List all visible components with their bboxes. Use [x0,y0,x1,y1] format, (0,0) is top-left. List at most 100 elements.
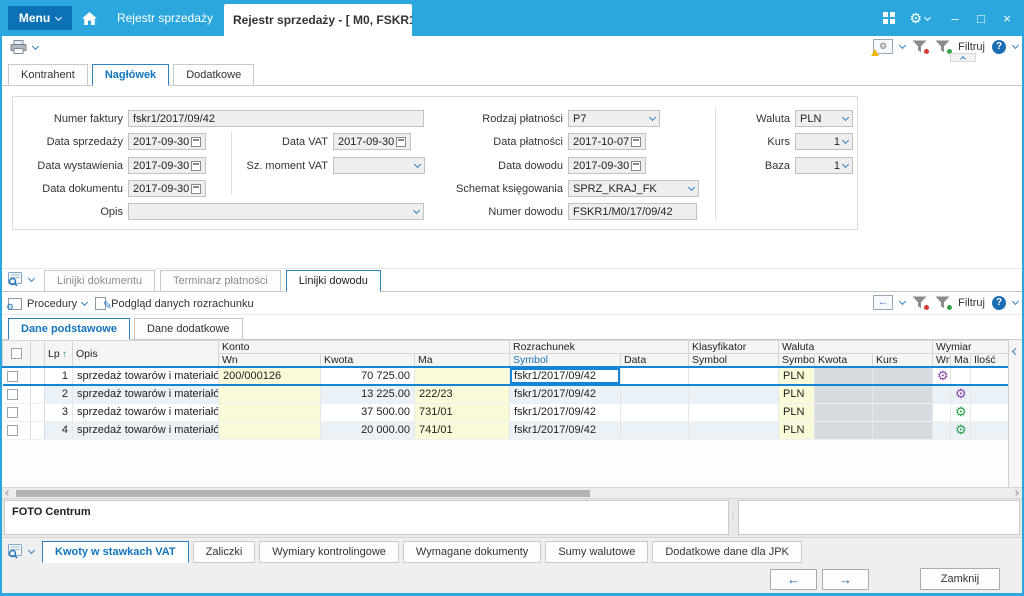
col-waluta-symbol[interactable]: Symbol [778,353,815,368]
filter-icon[interactable] [935,40,954,55]
col-wymiar-wn[interactable]: Wn [932,353,952,368]
scroll-right-icon[interactable] [1013,490,1019,496]
cell-wymiar-ma[interactable] [950,366,972,386]
cell-wn[interactable]: 200/000126 [218,366,321,386]
cell-rozrachunek-symbol[interactable]: fskr1/2017/09/42 [509,385,621,404]
col-opis[interactable]: Opis [72,340,219,368]
tab-linijki-dowodu[interactable]: Linijki dowodu [285,270,381,292]
col-ilosc[interactable]: Ilość [970,353,1010,368]
col-konto-ma[interactable]: Ma [414,353,510,368]
cell-waluta-symbol[interactable]: PLN [778,366,815,386]
cell-opis[interactable]: sprzedaż towarów i materiałów [72,385,219,404]
sz-moment-vat-combo[interactable] [333,157,425,174]
splitter[interactable]: ⋮ [729,500,737,535]
dock-panel-icon[interactable]: ← [873,295,894,310]
tab-rejestr-sprzedazy[interactable]: Rejestr sprzedaży [106,0,224,36]
cell-wymiar-wn[interactable] [932,421,952,440]
data-dowodu-field[interactable]: 2017-09-30 [568,157,646,174]
tab-linijki-dokumentu[interactable]: Linijki dokumentu [44,270,155,292]
col-waluta-kwota[interactable]: Kwota [814,353,873,368]
data-dokumentu-field[interactable]: 2017-09-30 [128,180,206,197]
cell-wymiar-ma[interactable]: ⚙ [950,403,972,422]
cell-wn[interactable] [218,421,321,440]
colgroup-klasyfikator[interactable]: Klasyfikator [688,340,779,354]
calendar-icon[interactable] [631,160,641,171]
data-platnosci-field[interactable]: 2017-10-07 [568,133,646,150]
col-lp[interactable]: Lp ↑ [44,340,73,368]
col-wymiar-ma[interactable]: Ma [950,353,972,368]
colgroup-wymiar[interactable]: Wymiar [932,340,1010,354]
col-klasyfikator-symbol[interactable]: Symbol [688,353,779,368]
procedury-button[interactable]: ⚙ Procedury [6,297,89,312]
calendar-icon[interactable] [191,183,201,194]
home-button[interactable] [72,6,106,30]
data-wystawienia-field[interactable]: 2017-09-30 [128,157,206,174]
tab-dodatkowe[interactable]: Dodatkowe [173,64,255,86]
colgroup-waluta[interactable]: Waluta [777,340,934,354]
clear-filter-icon[interactable] [912,296,931,311]
cell-opis[interactable]: sprzedaż towarów i materiałów [72,366,219,386]
note-right-panel[interactable] [738,500,1020,535]
chevron-down-icon[interactable] [899,41,907,50]
schemat-ksiegowania-combo[interactable]: SPRZ_KRAJ_FK [568,180,699,197]
cell-waluta-kwota[interactable] [814,366,873,386]
dimension-gear-icon[interactable]: ⚙ [955,387,967,400]
collapse-columns-icon[interactable] [1011,347,1020,356]
cell-kwota[interactable]: 13 225.00 [320,385,415,404]
cell-kurs[interactable] [872,403,934,422]
cell-opis[interactable]: sprzedaż towarów i materiałów [72,421,219,440]
help-icon[interactable]: ? [992,39,1006,54]
rodzaj-platnosci-combo[interactable]: P7 [568,110,660,127]
apps-grid-icon[interactable] [883,12,896,24]
bottom-view-button[interactable] [8,544,36,559]
col-konto-wn[interactable]: Wn [218,353,321,368]
waluta-combo[interactable]: PLN [795,110,853,127]
collapse-panel-button[interactable] [950,53,976,62]
calendar-icon[interactable] [631,136,641,147]
cell-kwota[interactable]: 37 500.00 [320,403,415,422]
calendar-icon[interactable] [396,136,406,147]
cell-ma[interactable]: 741/01 [414,421,510,440]
row-checkbox[interactable] [6,388,18,400]
col-kwota[interactable]: Kwota [320,353,415,368]
note-left-panel[interactable]: FOTO Centrum [4,500,729,535]
dimension-gear-icon[interactable]: ⚙ [955,405,967,418]
cell-wymiar-wn[interactable] [932,385,952,404]
select-all-checkbox[interactable] [11,348,22,360]
table-view-button[interactable] [8,272,36,287]
cell-wymiar-ma[interactable]: ⚙ [950,385,972,404]
cell-waluta-kwota[interactable] [814,421,873,440]
cell-kurs[interactable] [872,421,934,440]
cell-klasyfikator[interactable] [688,403,779,422]
cell-rozrachunek-data[interactable] [620,385,689,404]
tab-dane-dodatkowe[interactable]: Dane dodatkowe [133,318,243,340]
tab-kontrahent[interactable]: Kontrahent [8,64,88,86]
cell-waluta-kwota[interactable] [814,403,873,422]
cell-rozrachunek-symbol[interactable]: fskr1/2017/09/42 [509,421,621,440]
cell-rozrachunek-symbol[interactable]: fskr1/2017/09/42 [509,403,621,422]
col-rozrachunek-data[interactable]: Data [620,353,689,368]
table-row[interactable]: 3 sprzedaż towarów i materiałów 37 500.0… [2,403,1010,422]
cell-rozrachunek-symbol[interactable]: fskr1/2017/09/42 [509,366,621,386]
scroll-left-icon[interactable] [5,490,11,496]
chevron-down-icon[interactable] [1011,297,1020,306]
cell-wn[interactable] [218,403,321,422]
cell-ma[interactable]: 731/01 [414,403,510,422]
row-select-cell[interactable] [2,421,31,440]
tab-dodatkowe-dane-dla-jpk[interactable]: Dodatkowe dane dla JPK [652,540,802,563]
podglad-rozrachunku-button[interactable]: ✎ Podgląd danych rozrachunku [95,297,254,312]
row-checkbox[interactable] [6,406,18,418]
calendar-icon[interactable] [191,160,201,171]
cell-lp[interactable]: 2 [44,385,73,404]
cell-rozrachunek-data[interactable] [620,366,689,386]
cell-ilosc[interactable] [970,421,1010,440]
colgroup-konto[interactable]: Konto [218,340,510,354]
table-row[interactable]: 1 sprzedaż towarów i materiałów 200/0001… [2,366,1010,386]
cell-wn[interactable] [218,385,321,404]
cell-klasyfikator[interactable] [688,366,779,386]
calendar-icon[interactable] [191,136,201,147]
chevron-down-icon[interactable] [1011,41,1020,50]
numer-dowodu-field[interactable]: FSKR1/M0/17/09/42 [568,203,697,220]
clear-filter-icon[interactable] [912,40,931,55]
cell-waluta-symbol[interactable]: PLN [778,403,815,422]
